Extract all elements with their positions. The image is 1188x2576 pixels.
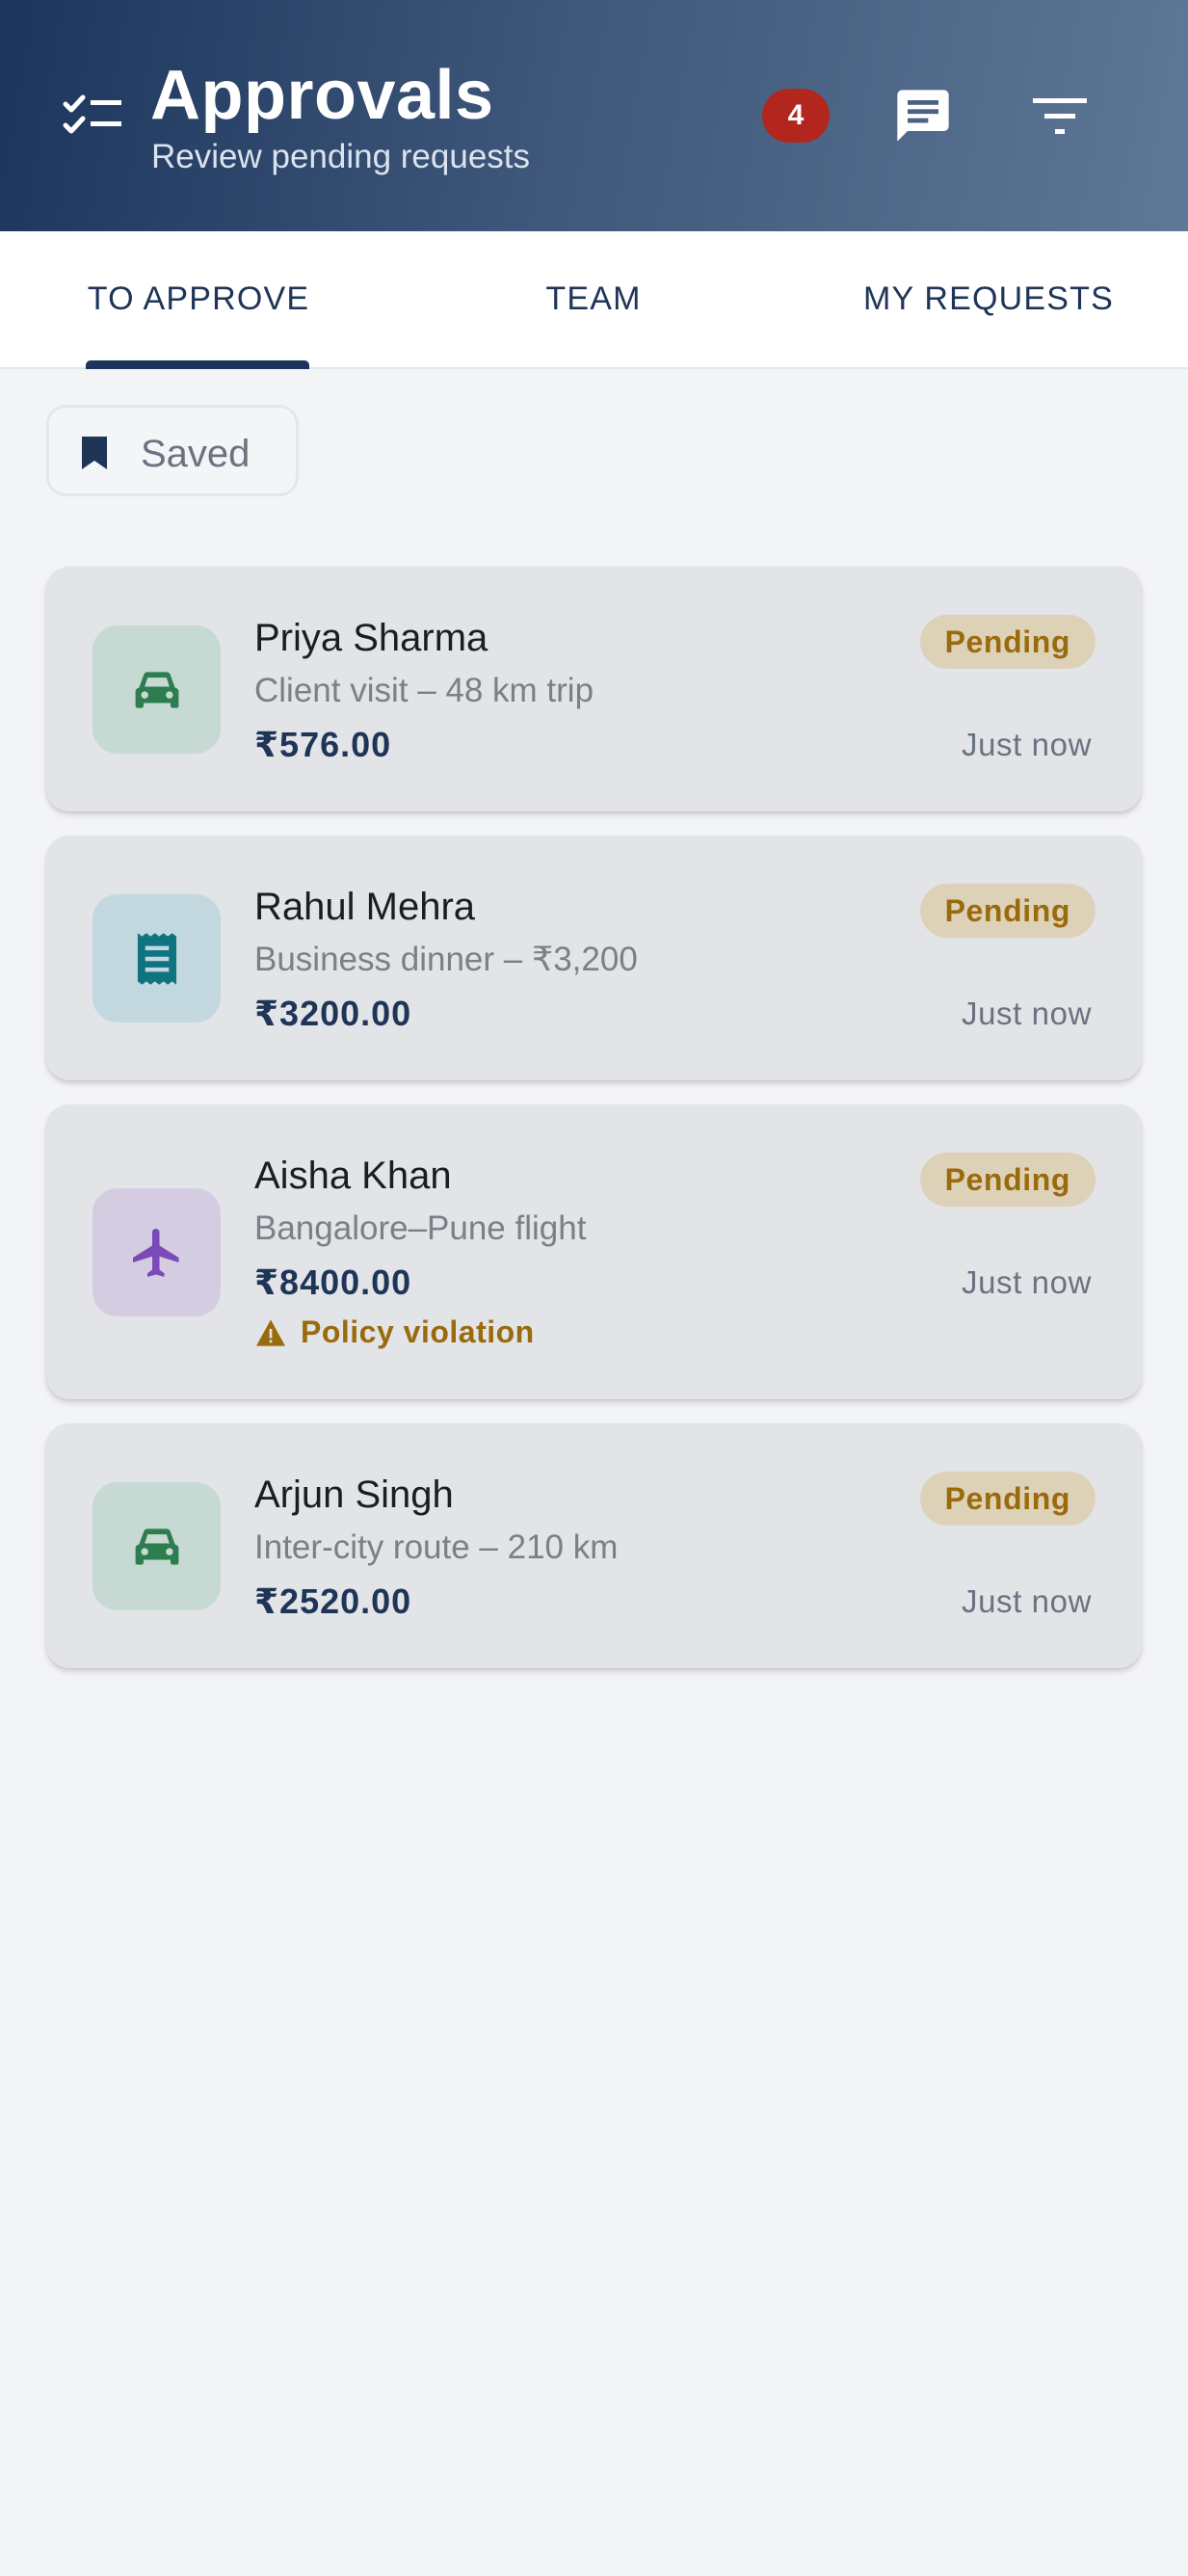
request-description: Bangalore–Pune flight — [254, 1209, 587, 1247]
checklist-icon — [63, 94, 121, 134]
bookmark-icon — [82, 437, 107, 469]
tab-team[interactable]: TEAM — [520, 231, 667, 367]
request-amount: ₹8400.00 — [254, 1262, 412, 1302]
page-title: Approvals — [150, 57, 494, 134]
request-type-icon-box — [92, 625, 221, 754]
status-badge: Pending — [919, 1472, 1096, 1526]
request-type-icon-box — [92, 1482, 221, 1610]
requester-name: Rahul Mehra — [254, 886, 476, 928]
receipt-icon — [137, 932, 176, 985]
request-amount: ₹576.00 — [254, 725, 392, 764]
car-icon — [135, 671, 178, 708]
request-time: Just now — [961, 1583, 1092, 1619]
status-badge: Pending — [919, 1153, 1096, 1207]
request-type-icon-box — [92, 1188, 221, 1316]
filter-button[interactable] — [1025, 81, 1095, 150]
app-header: Approvals Review pending requests 4 — [0, 0, 1188, 231]
saved-chip-label: Saved — [141, 433, 251, 475]
status-badge: Pending — [919, 884, 1096, 938]
request-card[interactable]: Arjun Singh Inter-city route – 210 km ₹2… — [46, 1423, 1142, 1668]
requester-name: Priya Sharma — [254, 617, 488, 659]
saved-filter-chip[interactable]: Saved — [46, 405, 299, 496]
request-amount: ₹3200.00 — [254, 994, 412, 1033]
status-badge: Pending — [919, 615, 1096, 669]
warning-icon — [256, 1318, 285, 1346]
request-card[interactable]: Aisha Khan Bangalore–Pune flight ₹8400.0… — [46, 1104, 1142, 1399]
requester-name: Aisha Khan — [254, 1155, 452, 1197]
approvals-screen: Approvals Review pending requests 4 TO A… — [0, 0, 1188, 2576]
chat-button[interactable] — [888, 81, 958, 150]
page-subtitle: Review pending requests — [151, 138, 531, 175]
filter-icon — [1033, 98, 1087, 134]
notification-badge[interactable]: 4 — [762, 89, 830, 143]
request-time: Just now — [961, 727, 1092, 762]
request-time: Just now — [961, 1264, 1092, 1300]
chat-icon — [897, 90, 949, 142]
tab-to-approve[interactable]: TO APPROVE — [87, 231, 310, 367]
car-icon — [135, 1527, 178, 1565]
request-card[interactable]: Priya Sharma Client visit – 48 km trip ₹… — [46, 567, 1142, 811]
request-description: Inter-city route – 210 km — [254, 1528, 619, 1566]
active-tab-indicator — [86, 360, 309, 369]
tab-my-requests[interactable]: MY REQUESTS — [862, 231, 1115, 367]
request-description: Client visit – 48 km trip — [254, 672, 594, 709]
request-description: Business dinner – ₹3,200 — [254, 941, 638, 978]
policy-violation-label: Policy violation — [301, 1315, 535, 1349]
request-amount: ₹2520.00 — [254, 1581, 412, 1621]
airplane-icon — [132, 1228, 178, 1277]
request-type-icon-box — [92, 894, 221, 1022]
requester-name: Arjun Singh — [254, 1474, 454, 1516]
tab-bar: TO APPROVE TEAM MY REQUESTS — [0, 231, 1188, 369]
policy-violation-note: Policy violation — [254, 1315, 535, 1350]
request-time: Just now — [961, 996, 1092, 1031]
request-card[interactable]: Rahul Mehra Business dinner – ₹3,200 ₹32… — [46, 836, 1142, 1080]
